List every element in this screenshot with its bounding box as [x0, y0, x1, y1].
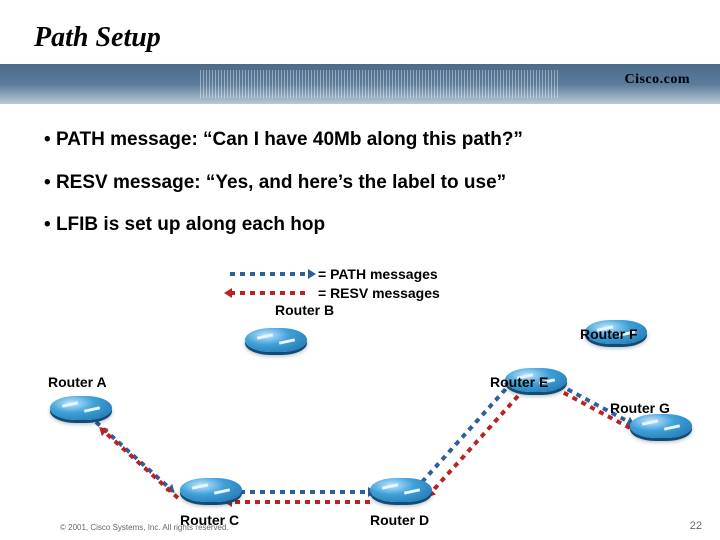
router-b-label: Router B: [275, 302, 334, 318]
path-arrow-icon: [421, 384, 511, 483]
resv-arrow-icon: [230, 500, 370, 504]
router-a-label: Router A: [48, 374, 107, 390]
router-f-label: Router F: [580, 326, 638, 342]
router-icon: [180, 470, 242, 510]
cisco-logo: Cisco.com: [624, 72, 690, 88]
resv-arrow-icon: [230, 291, 310, 295]
slide: Path Setup Cisco.com PATH message: “Can …: [0, 0, 720, 540]
bullet-item: LFIB is set up along each hop: [44, 213, 690, 238]
router-icon: [370, 470, 432, 510]
legend-resv-label: = RESV messages: [318, 285, 440, 301]
router-icon: [50, 388, 112, 428]
legend: = PATH messages = RESV messages: [230, 264, 440, 302]
resv-arrow-icon: [102, 430, 179, 500]
path-arrow-icon: [230, 272, 310, 276]
router-e-label: Router E: [490, 374, 548, 390]
legend-path-label: = PATH messages: [318, 266, 438, 282]
router-g-label: Router G: [610, 400, 670, 416]
bullet-item: PATH message: “Can I have 40Mb along thi…: [44, 128, 690, 153]
router-d-label: Router D: [370, 512, 429, 528]
bullet-item: RESV message: “Yes, and here’s the label…: [44, 171, 690, 196]
title-bar: [0, 64, 720, 104]
resv-arrow-icon: [430, 395, 520, 494]
slide-title: Path Setup: [34, 22, 161, 54]
bullet-list: PATH message: “Can I have 40Mb along thi…: [44, 128, 690, 256]
legend-path: = PATH messages: [230, 264, 440, 283]
router-icon: [245, 320, 307, 360]
page-number: 22: [690, 520, 702, 532]
path-arrow-icon: [230, 490, 370, 494]
copyright-text: © 2001, Cisco Systems, Inc. All rights r…: [60, 523, 229, 532]
